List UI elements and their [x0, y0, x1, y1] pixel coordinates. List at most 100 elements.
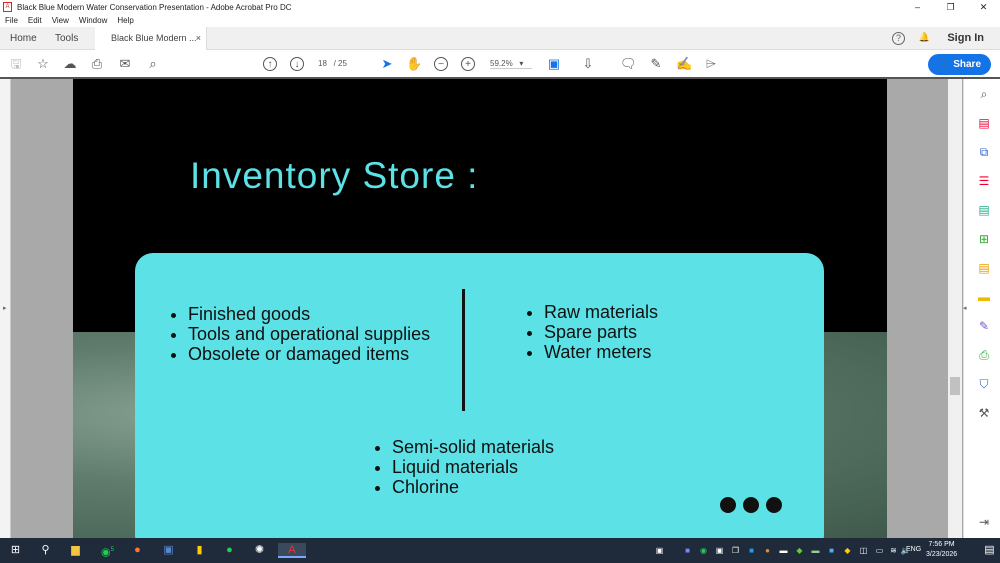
- window-tray-icon[interactable]: ❐: [728, 543, 743, 558]
- notifications-icon[interactable]: ▤: [982, 543, 997, 558]
- app-tray-icon-6[interactable]: ■: [824, 543, 839, 558]
- maximize-button[interactable]: ❐: [934, 0, 967, 14]
- sign-in-button[interactable]: Sign In: [947, 27, 984, 50]
- zoom-out-icon[interactable]: −: [434, 57, 448, 71]
- app-tray-icon-3[interactable]: ▬: [776, 543, 791, 558]
- scroll-mode-icon[interactable]: ⇩: [580, 56, 596, 72]
- more-tools-icon[interactable]: ⚒: [977, 406, 991, 420]
- left-panel-toggle[interactable]: ▸: [0, 79, 11, 538]
- security-tray-icon[interactable]: ◆: [840, 543, 855, 558]
- left-list: Finished goods Tools and operational sup…: [168, 304, 430, 364]
- whatsapp-badge: 5: [110, 547, 114, 553]
- collapse-panel-icon[interactable]: ⇥: [977, 515, 991, 529]
- highlight-pen-icon[interactable]: ✎: [648, 56, 664, 72]
- right-tools-panel: ⌕ ▤ ⧉ ☰ ▤ ⊞ ▤ ▬ ✎ ⎙ ⛉ ⚒ ⇥ ◂: [963, 79, 1000, 538]
- menu-edit[interactable]: Edit: [23, 14, 47, 27]
- request-signature-icon[interactable]: ▤: [977, 261, 991, 275]
- toolbar: 🖫 ☆ ☁ ⎙ ✉ ⌕ ↑ ↓ 18 / 25 ➤ ✋ − + 59.2% ▾ …: [0, 50, 1000, 79]
- tab-document[interactable]: Black Blue Modern ... ×: [95, 27, 207, 50]
- teams-tray-icon[interactable]: ■: [680, 543, 695, 558]
- print-production-icon[interactable]: ⎙: [977, 348, 991, 362]
- camera-tray-icon[interactable]: ◫: [856, 543, 871, 558]
- list-item: Semi-solid materials: [392, 437, 554, 457]
- search-taskbar-icon[interactable]: ⚲: [38, 543, 53, 558]
- chatgpt-icon[interactable]: ✺: [252, 543, 267, 558]
- battery-icon[interactable]: ▭: [872, 543, 887, 558]
- close-button[interactable]: ✕: [967, 0, 1000, 14]
- sign-icon[interactable]: ✍: [676, 56, 692, 72]
- protect-shield-icon[interactable]: ⛉: [977, 377, 991, 391]
- acrobat-taskbar-icon[interactable]: A: [278, 543, 306, 558]
- notepad-tray-icon[interactable]: ▣: [652, 543, 667, 558]
- zoom-in-icon[interactable]: +: [461, 57, 475, 71]
- power-bi-icon[interactable]: ▮: [192, 543, 207, 558]
- comment-icon[interactable]: 🗨: [620, 56, 637, 72]
- windows-start-icon[interactable]: ⊞: [8, 543, 23, 558]
- select-cursor-icon[interactable]: ➤: [379, 56, 395, 72]
- scrollbar-thumb[interactable]: [950, 377, 960, 395]
- spotify-icon[interactable]: ●: [222, 543, 237, 558]
- title-bar: A Black Blue Modern Water Conservation P…: [0, 0, 1000, 14]
- list-item: Liquid materials: [392, 457, 554, 477]
- app-tray-icon-5[interactable]: ▬: [808, 543, 823, 558]
- comment-panel-icon[interactable]: ▬: [977, 290, 991, 304]
- share-button[interactable]: 👤 Share: [928, 54, 991, 75]
- zoom-value: 59.2%: [490, 59, 513, 68]
- app-tray-icon[interactable]: ■: [744, 543, 759, 558]
- collapse-right-icon[interactable]: ◂: [963, 304, 967, 312]
- whatsapp-tray-icon[interactable]: ◉: [696, 543, 711, 558]
- combine-files-icon[interactable]: ⧉: [977, 145, 991, 159]
- decorative-dot: [766, 497, 782, 513]
- clock[interactable]: 7:56 PM 3/23/2026: [926, 540, 957, 560]
- save-icon[interactable]: 🖫: [8, 56, 24, 72]
- page-number-input[interactable]: 18: [318, 59, 327, 68]
- tab-bar: Home Tools Black Blue Modern ... × ? 🔔 Si…: [0, 27, 1000, 50]
- create-pdf-icon[interactable]: ▤: [977, 116, 991, 130]
- menu-view[interactable]: View: [47, 14, 74, 27]
- window-title: Black Blue Modern Water Conservation Pre…: [17, 2, 292, 12]
- help-icon[interactable]: ?: [892, 32, 905, 45]
- email-icon[interactable]: ✉: [117, 56, 133, 72]
- acrobat-logo-icon: A: [3, 2, 12, 12]
- tab-home[interactable]: Home: [10, 27, 37, 50]
- bell-icon[interactable]: 🔔: [918, 32, 931, 45]
- total-pages: / 25: [333, 59, 347, 68]
- fill-sign-icon[interactable]: ✎: [977, 319, 991, 333]
- list-item: Obsolete or damaged items: [188, 344, 430, 364]
- app-tray-icon-4[interactable]: ◆: [792, 543, 807, 558]
- date: 3/23/2026: [926, 551, 958, 558]
- menu-help[interactable]: Help: [112, 14, 138, 27]
- tab-tools[interactable]: Tools: [55, 27, 78, 50]
- firefox-icon[interactable]: ●: [130, 543, 145, 558]
- vertical-divider: [462, 289, 465, 411]
- bookmark-star-icon[interactable]: ☆: [35, 56, 51, 72]
- file-explorer-icon[interactable]: ▆: [68, 543, 83, 558]
- next-page-icon[interactable]: ↓: [290, 57, 304, 71]
- vertical-scrollbar[interactable]: [948, 79, 962, 538]
- whatsapp-icon[interactable]: ◉5: [100, 543, 115, 559]
- zoom-select[interactable]: 59.2% ▾: [490, 59, 532, 69]
- visual-studio-icon[interactable]: ▣: [161, 543, 176, 558]
- previous-page-icon[interactable]: ↑: [263, 57, 277, 71]
- minimize-button[interactable]: –: [901, 0, 934, 14]
- page-indicator: 18 / 25: [318, 59, 347, 68]
- zoom-search-icon[interactable]: ⌕: [977, 87, 991, 101]
- taskbar: ⊞ ⚲ ▆ ◉5 ● ▣ ▮ ● ✺ A ▣ ■ ◉ ▣ ❐ ■ ● ▬ ◆ ▬…: [0, 538, 1000, 563]
- edit-pdf-icon[interactable]: ▤: [977, 203, 991, 217]
- expand-left-icon[interactable]: ▸: [3, 304, 7, 312]
- organize-pages-icon[interactable]: ☰: [977, 174, 991, 188]
- search-icon[interactable]: ⌕: [145, 56, 161, 72]
- close-tab-icon[interactable]: ×: [196, 27, 201, 50]
- bottom-list: Semi-solid materials Liquid materials Ch…: [372, 437, 554, 497]
- upload-cloud-icon[interactable]: ☁: [62, 56, 78, 72]
- page-fit-icon[interactable]: ▣: [546, 56, 562, 72]
- sync-tray-icon[interactable]: ▣: [712, 543, 727, 558]
- export-pdf-icon[interactable]: ⊞: [977, 232, 991, 246]
- edit-tag-icon[interactable]: ⌲: [703, 56, 719, 72]
- print-icon[interactable]: ⎙: [89, 56, 105, 72]
- menu-file[interactable]: File: [0, 14, 23, 27]
- menu-window[interactable]: Window: [74, 14, 112, 27]
- language-indicator[interactable]: ENG: [906, 546, 921, 553]
- app-tray-icon-2[interactable]: ●: [760, 543, 775, 558]
- hand-tool-icon[interactable]: ✋: [406, 56, 422, 72]
